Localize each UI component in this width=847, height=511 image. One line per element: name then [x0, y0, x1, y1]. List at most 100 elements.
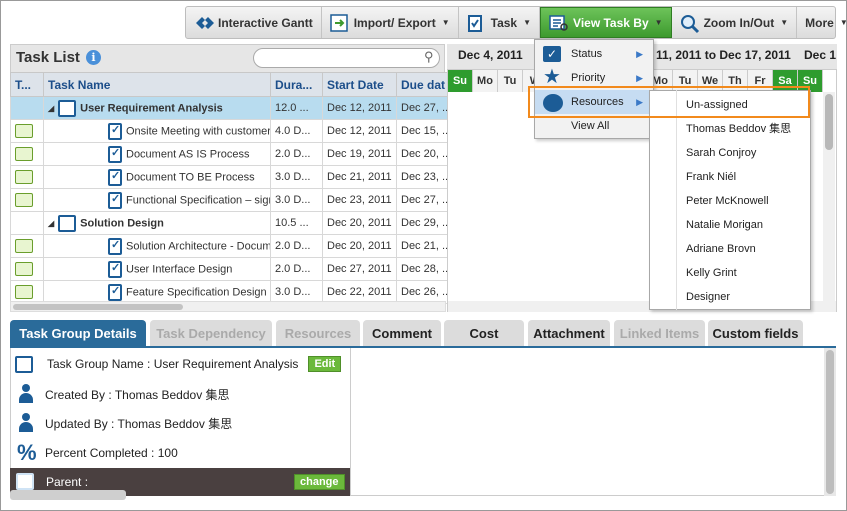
task-name-cell[interactable]: ◢ User Requirement Analysis: [43, 96, 271, 120]
task-name-cell[interactable]: Document AS IS Process: [43, 142, 271, 166]
gantt-week-label: 11, 2011 to Dec 17, 2011: [656, 48, 791, 62]
task-name-cell[interactable]: Onsite Meeting with customer: [43, 119, 271, 143]
resource-item[interactable]: Peter McKnowell: [650, 189, 810, 213]
duration-cell: 2.0 D...: [270, 142, 323, 166]
tab-custom-fields[interactable]: Custom fields: [708, 320, 803, 348]
chevron-down-icon: ▼: [441, 18, 450, 27]
calendar-icon[interactable]: [15, 285, 33, 299]
resource-item[interactable]: Thomas Beddov 集思: [650, 117, 810, 141]
due-date-cell: Dec 29, ...: [396, 211, 448, 235]
table-row[interactable]: Onsite Meeting with customer 4.0 D... De…: [10, 119, 448, 143]
row-type-cell: [10, 142, 44, 166]
edit-button[interactable]: Edit: [308, 356, 342, 372]
duration-cell: 3.0 D...: [270, 188, 323, 212]
tab-attachment[interactable]: Attachment: [528, 320, 610, 348]
task-name-cell[interactable]: ◢ Solution Design: [43, 211, 271, 235]
toolbar: Interactive Gantt Import/ Export ▼ Task …: [185, 6, 847, 39]
calendar-icon[interactable]: [15, 239, 33, 253]
due-date-cell: Dec 27, ...: [396, 96, 448, 120]
created-by-text: Created By : Thomas Beddov 集思: [45, 387, 230, 402]
tab-comment[interactable]: Comment: [363, 320, 441, 348]
table-row[interactable]: Document TO BE Process 3.0 D... Dec 21, …: [10, 165, 448, 189]
resource-item[interactable]: Natalie Morigan: [650, 213, 810, 237]
resources-submenu: Un-assigned Thomas Beddov 集思 Sarah Conjr…: [649, 90, 811, 310]
more-button[interactable]: More ▼: [797, 7, 847, 38]
zoom-icon: [680, 14, 699, 33]
task-name-cell[interactable]: Solution Architecture - Document: [43, 234, 271, 258]
task-icon: [108, 168, 122, 186]
task-icon: [467, 14, 485, 32]
duration-cell: 10.5 ...: [270, 211, 323, 235]
column-duration[interactable]: Dura...: [270, 72, 323, 97]
details-vertical-scrollbar[interactable]: [824, 348, 836, 496]
task-name-cell[interactable]: Functional Specification – sign off: [43, 188, 271, 212]
menu-item-status[interactable]: ✓ Status ▶: [535, 42, 653, 66]
collapse-icon[interactable]: ◢: [48, 104, 54, 113]
tab-linked-items[interactable]: Linked Items: [614, 320, 705, 348]
duration-cell: 2.0 D...: [270, 234, 323, 258]
user-icon: [17, 384, 35, 404]
table-row[interactable]: User Interface Design 2.0 D... Dec 27, 2…: [10, 257, 448, 281]
task-name-cell[interactable]: Document TO BE Process: [43, 165, 271, 189]
resource-item[interactable]: Kelly Grint: [650, 261, 810, 285]
table-row[interactable]: ◢ Solution Design 10.5 ... Dec 20, 2011 D…: [10, 211, 448, 235]
import-export-label: Import/ Export: [353, 15, 436, 30]
scrollbar-thumb[interactable]: [13, 304, 183, 310]
column-due-date[interactable]: Due dat: [396, 72, 448, 97]
due-date-cell: Dec 15, ...: [396, 119, 448, 143]
change-button[interactable]: change: [294, 474, 345, 490]
start-date-cell: Dec 20, 2011: [322, 234, 397, 258]
row-type-cell: [10, 119, 44, 143]
tab-task-dependency[interactable]: Task Dependency: [150, 320, 272, 348]
gantt-day-cell: Tu: [498, 70, 523, 92]
parent-label: Parent :: [46, 475, 89, 489]
info-icon[interactable]: i: [86, 50, 101, 65]
group-name-text: Task Group Name : User Requirement Analy…: [47, 357, 299, 371]
resource-item[interactable]: Sarah Conjroy: [650, 141, 810, 165]
scrollbar-thumb[interactable]: [826, 350, 834, 494]
row-type-cell: [10, 96, 44, 120]
calendar-icon[interactable]: [15, 193, 33, 207]
collapse-icon[interactable]: ◢: [48, 219, 54, 228]
view-task-by-button[interactable]: View Task By ▼: [540, 7, 672, 38]
tab-task-group-details[interactable]: Task Group Details: [10, 320, 146, 348]
scrollbar-thumb[interactable]: [825, 94, 833, 150]
table-row[interactable]: Document AS IS Process 2.0 D... Dec 19, …: [10, 142, 448, 166]
zoom-button[interactable]: Zoom In/Out ▼: [672, 7, 798, 38]
duration-cell: 12.0 ...: [270, 96, 323, 120]
duration-cell: 3.0 D...: [270, 165, 323, 189]
task-name-cell[interactable]: User Interface Design: [43, 257, 271, 281]
table-row[interactable]: ◢ User Requirement Analysis 12.0 ... Dec …: [10, 96, 448, 120]
resource-item[interactable]: Frank Niél: [650, 165, 810, 189]
resource-item[interactable]: Designer: [650, 285, 810, 309]
tab-resources[interactable]: Resources: [276, 320, 360, 348]
task-name: Solution Architecture - Document: [126, 239, 270, 252]
tab-cost[interactable]: Cost: [444, 320, 524, 348]
column-type[interactable]: T...: [10, 72, 44, 97]
percent-row: % Percent Completed : 100: [17, 439, 353, 467]
row-type-cell: [10, 165, 44, 189]
bottom-scrollbar[interactable]: [10, 490, 126, 500]
group-name-row: Task Group Name : User Requirement Analy…: [15, 350, 351, 378]
zoom-label: Zoom In/Out: [703, 15, 775, 30]
task-button[interactable]: Task ▼: [459, 7, 541, 38]
import-export-button[interactable]: Import/ Export ▼: [322, 7, 459, 38]
calendar-icon[interactable]: [15, 147, 33, 161]
calendar-icon[interactable]: [15, 262, 33, 276]
resource-item[interactable]: Adriane Brovn: [650, 237, 810, 261]
row-type-cell: [10, 211, 44, 235]
milestone-icon: [108, 191, 122, 209]
tasklist-horizontal-scrollbar[interactable]: [10, 301, 446, 312]
search-icon[interactable]: ⚲: [424, 49, 434, 65]
table-row[interactable]: Solution Architecture - Document 2.0 D..…: [10, 234, 448, 258]
gantt-vertical-scrollbar[interactable]: [823, 92, 835, 302]
calendar-icon[interactable]: [15, 124, 33, 138]
table-row[interactable]: Functional Specification – sign off 3.0 …: [10, 188, 448, 212]
calendar-icon[interactable]: [15, 170, 33, 184]
column-start-date[interactable]: Start Date: [322, 72, 397, 97]
search-input[interactable]: [253, 48, 440, 68]
column-task-name[interactable]: Task Name: [43, 72, 271, 97]
task-name: Feature Specification Design: [126, 285, 267, 298]
percent-text: Percent Completed : 100: [45, 446, 178, 460]
interactive-gantt-button[interactable]: Interactive Gantt: [186, 7, 322, 38]
